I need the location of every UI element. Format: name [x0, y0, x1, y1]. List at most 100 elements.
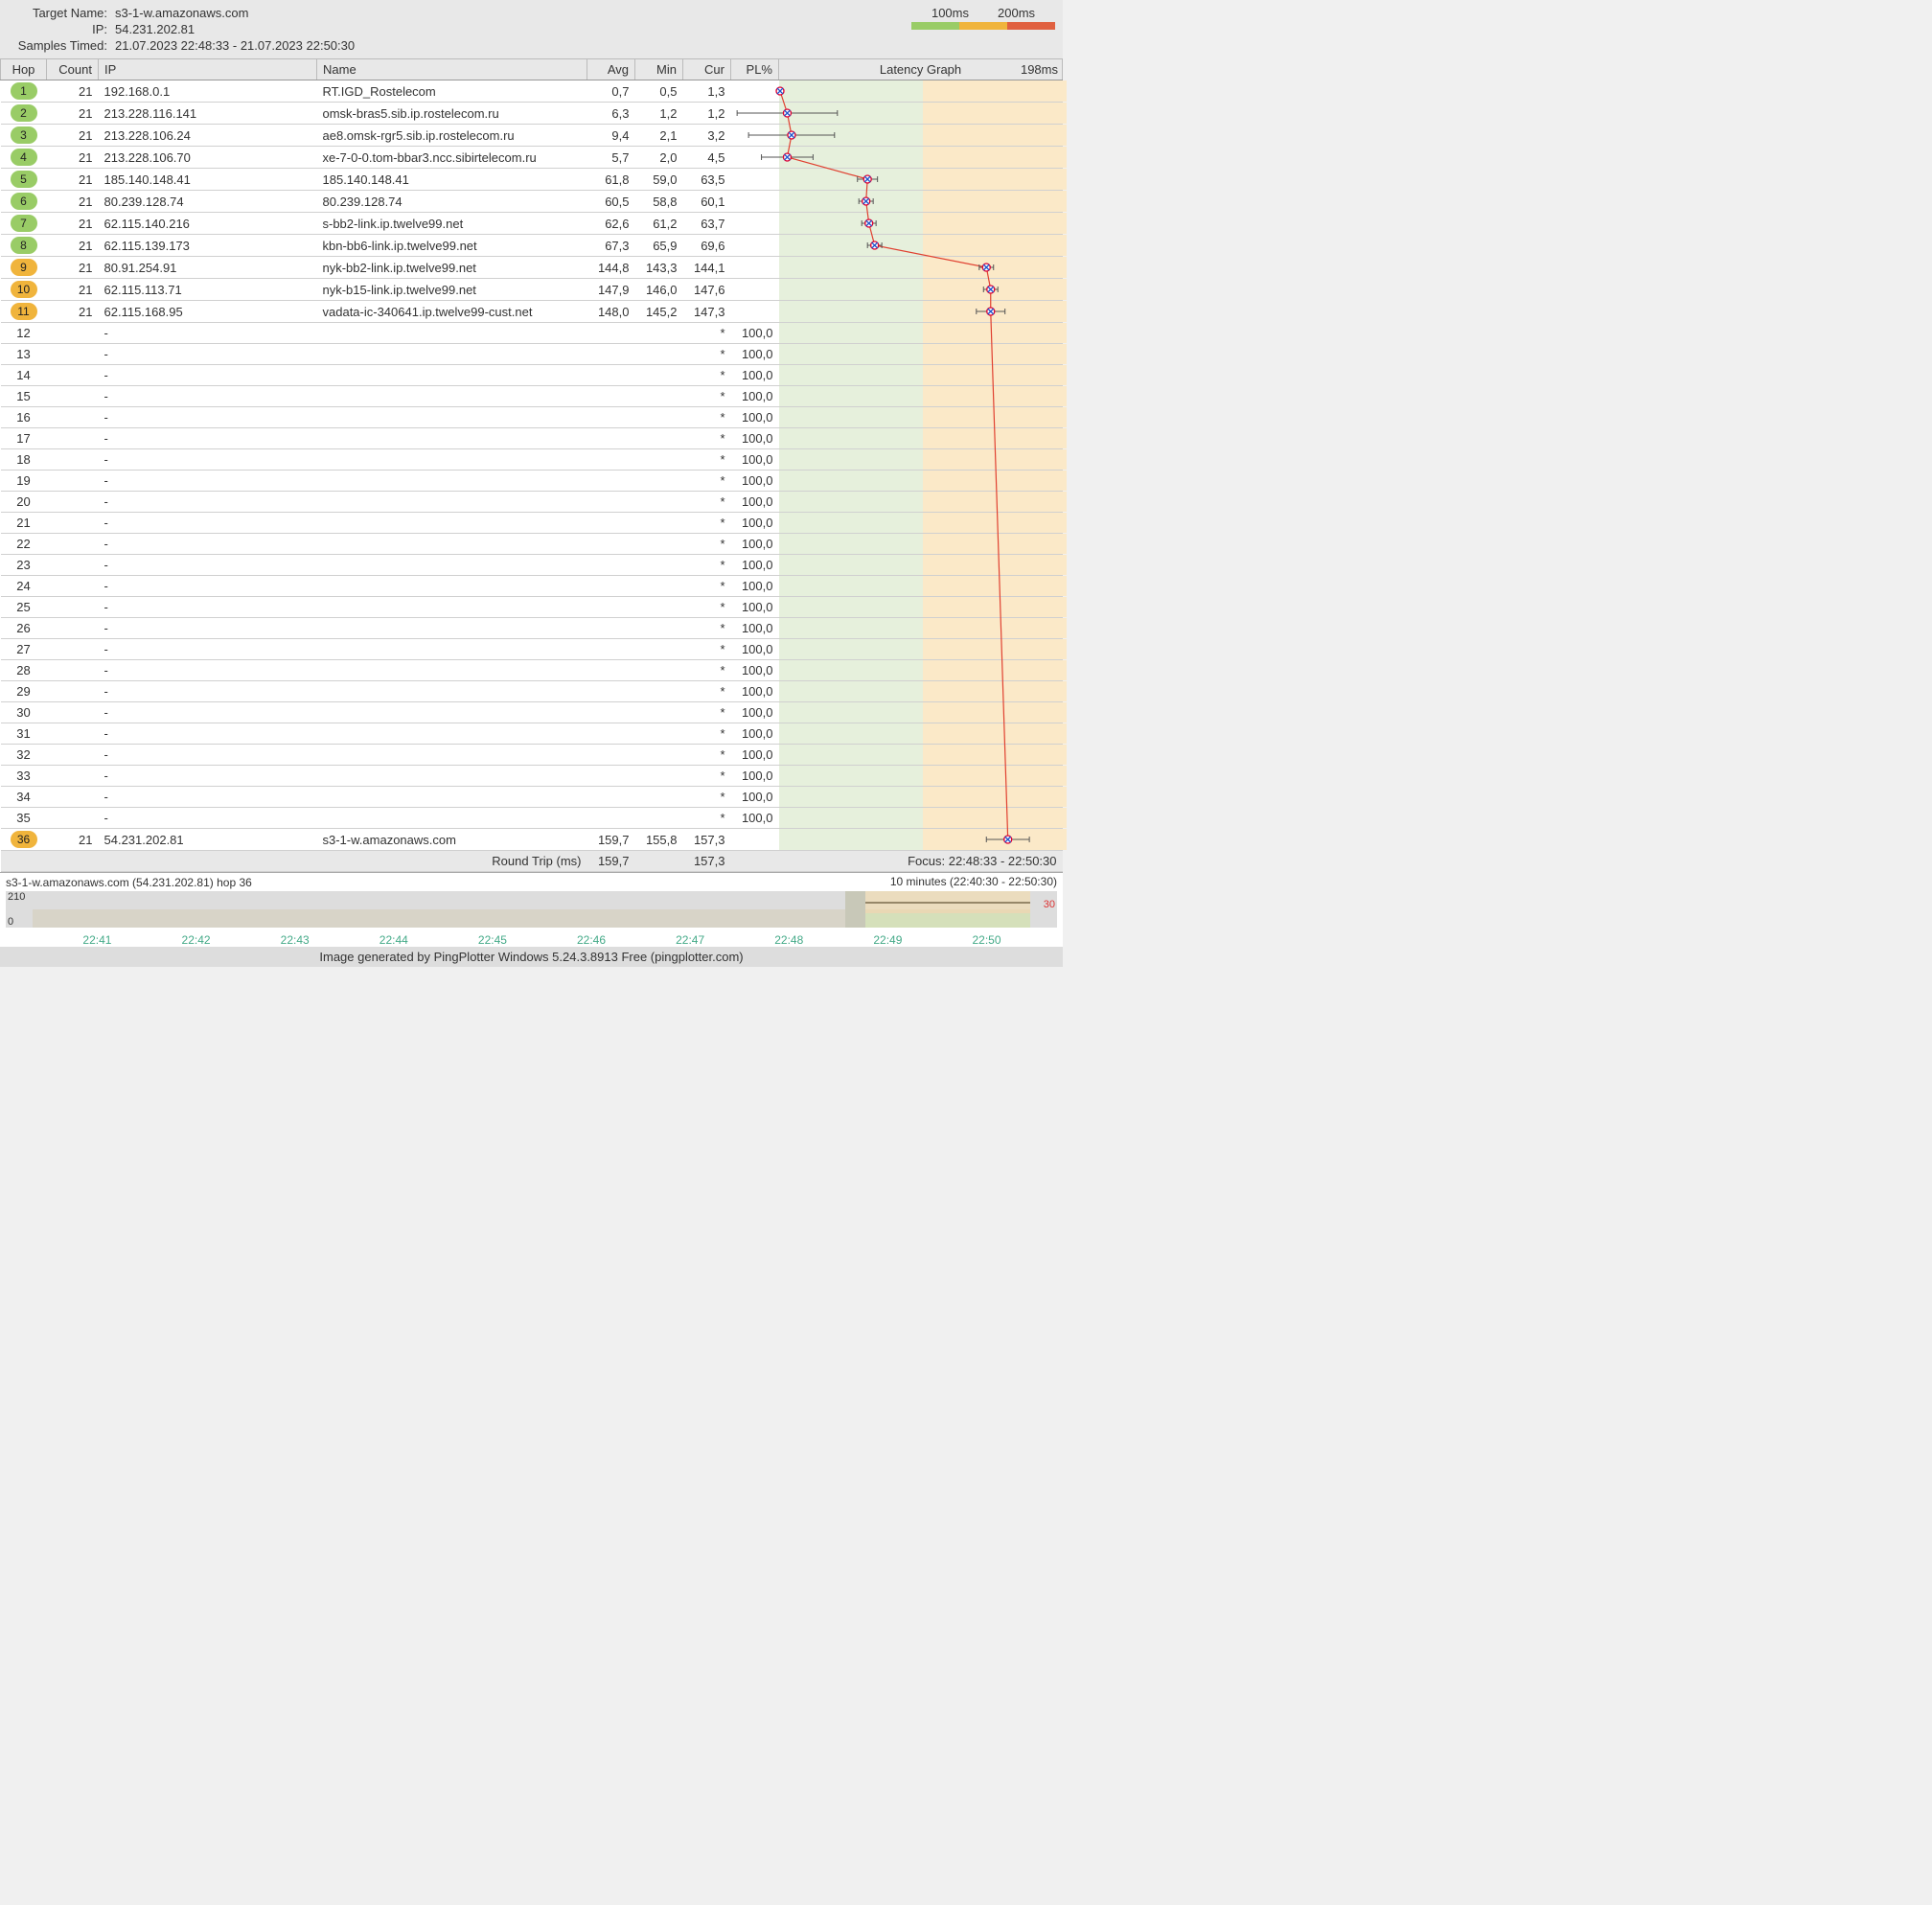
cell-cur: * — [683, 702, 731, 723]
hop-badge: 7 — [11, 215, 37, 232]
cell-count — [47, 513, 99, 534]
cell-avg — [587, 449, 635, 471]
cell-ip: - — [99, 660, 317, 681]
table-row[interactable]: 11 21 62.115.168.95 vadata-ic-340641.ip.… — [1, 301, 1063, 323]
cell-name: vadata-ic-340641.ip.twelve99-cust.net — [317, 301, 587, 323]
table-row[interactable]: 34 - * 100,0 — [1, 787, 1063, 808]
col-ip[interactable]: IP — [99, 59, 317, 80]
cell-avg — [587, 428, 635, 449]
cell-graph — [779, 534, 1063, 555]
timeline-tick: 22:44 — [380, 933, 408, 947]
table-row[interactable]: 22 - * 100,0 — [1, 534, 1063, 555]
table-row[interactable]: 18 - * 100,0 — [1, 449, 1063, 471]
cell-pl — [731, 103, 779, 125]
cell-name — [317, 808, 587, 829]
table-row[interactable]: 35 - * 100,0 — [1, 808, 1063, 829]
table-row[interactable]: 27 - * 100,0 — [1, 639, 1063, 660]
cell-min — [635, 639, 683, 660]
cell-min — [635, 344, 683, 365]
col-hop[interactable]: Hop — [1, 59, 47, 80]
col-min[interactable]: Min — [635, 59, 683, 80]
table-row[interactable]: 9 21 80.91.254.91 nyk-bb2-link.ip.twelve… — [1, 257, 1063, 279]
hop-badge: 11 — [11, 303, 37, 320]
table-row[interactable]: 13 - * 100,0 — [1, 344, 1063, 365]
cell-pl — [731, 80, 779, 103]
table-row[interactable]: 7 21 62.115.140.216 s-bb2-link.ip.twelve… — [1, 213, 1063, 235]
table-row[interactable]: 23 - * 100,0 — [1, 555, 1063, 576]
cell-min: 59,0 — [635, 169, 683, 191]
cell-min: 146,0 — [635, 279, 683, 301]
trace-table: Hop Count IP Name Avg Min Cur PL% Latenc… — [0, 58, 1063, 872]
table-row[interactable]: 36 21 54.231.202.81 s3-1-w.amazonaws.com… — [1, 829, 1063, 851]
cell-count — [47, 555, 99, 576]
cell-min — [635, 723, 683, 745]
table-row[interactable]: 32 - * 100,0 — [1, 745, 1063, 766]
table-row[interactable]: 2 21 213.228.116.141 omsk-bras5.sib.ip.r… — [1, 103, 1063, 125]
cell-name — [317, 681, 587, 702]
cell-avg: 61,8 — [587, 169, 635, 191]
cell-name: s-bb2-link.ip.twelve99.net — [317, 213, 587, 235]
cell-avg: 144,8 — [587, 257, 635, 279]
table-row[interactable]: 16 - * 100,0 — [1, 407, 1063, 428]
cell-ip: 62.115.139.173 — [99, 235, 317, 257]
cell-count — [47, 407, 99, 428]
cell-avg — [587, 787, 635, 808]
cell-avg: 6,3 — [587, 103, 635, 125]
round-trip-label: Round Trip (ms) — [317, 851, 587, 872]
cell-graph — [779, 125, 1063, 147]
table-row[interactable]: 19 - * 100,0 — [1, 471, 1063, 492]
table-row[interactable]: 24 - * 100,0 — [1, 576, 1063, 597]
table-row[interactable]: 4 21 213.228.106.70 xe-7-0-0.tom-bbar3.n… — [1, 147, 1063, 169]
table-row[interactable]: 20 - * 100,0 — [1, 492, 1063, 513]
table-row[interactable]: 12 - * 100,0 — [1, 323, 1063, 344]
table-row[interactable]: 31 - * 100,0 — [1, 723, 1063, 745]
timeline-graph[interactable]: 210 0 30 — [6, 891, 1057, 928]
cell-cur: 147,3 — [683, 301, 731, 323]
table-row[interactable]: 8 21 62.115.139.173 kbn-bb6-link.ip.twel… — [1, 235, 1063, 257]
table-row[interactable]: 5 21 185.140.148.41 185.140.148.41 61,8 … — [1, 169, 1063, 191]
table-row[interactable]: 17 - * 100,0 — [1, 428, 1063, 449]
table-row[interactable]: 1 21 192.168.0.1 RT.IGD_Rostelecom 0,7 0… — [1, 80, 1063, 103]
cell-pl: 100,0 — [731, 449, 779, 471]
cell-name — [317, 344, 587, 365]
table-row[interactable]: 21 - * 100,0 — [1, 513, 1063, 534]
table-row[interactable]: 26 - * 100,0 — [1, 618, 1063, 639]
cell-graph — [779, 344, 1063, 365]
round-trip-avg: 159,7 — [587, 851, 635, 872]
table-row[interactable]: 29 - * 100,0 — [1, 681, 1063, 702]
col-graph[interactable]: Latency Graph 198ms — [779, 59, 1063, 80]
table-row[interactable]: 28 - * 100,0 — [1, 660, 1063, 681]
cell-count: 21 — [47, 80, 99, 103]
col-cur[interactable]: Cur — [683, 59, 731, 80]
round-trip-cur: 157,3 — [683, 851, 731, 872]
hop-badge: 36 — [11, 831, 37, 848]
table-row[interactable]: 3 21 213.228.106.24 ae8.omsk-rgr5.sib.ip… — [1, 125, 1063, 147]
table-row[interactable]: 30 - * 100,0 — [1, 702, 1063, 723]
table-row[interactable]: 10 21 62.115.113.71 nyk-b15-link.ip.twel… — [1, 279, 1063, 301]
col-pl[interactable]: PL% — [731, 59, 779, 80]
table-row[interactable]: 14 - * 100,0 — [1, 365, 1063, 386]
cell-count: 21 — [47, 235, 99, 257]
table-row[interactable]: 6 21 80.239.128.74 80.239.128.74 60,5 58… — [1, 191, 1063, 213]
cell-graph — [779, 169, 1063, 191]
table-row[interactable]: 25 - * 100,0 — [1, 597, 1063, 618]
cell-graph — [779, 279, 1063, 301]
cell-pl: 100,0 — [731, 639, 779, 660]
cell-min — [635, 555, 683, 576]
cell-name — [317, 449, 587, 471]
cell-graph — [779, 702, 1063, 723]
cell-avg — [587, 386, 635, 407]
cell-cur: * — [683, 597, 731, 618]
timeline-tick: 22:43 — [281, 933, 310, 947]
cell-pl: 100,0 — [731, 766, 779, 787]
cell-pl: 100,0 — [731, 365, 779, 386]
col-name[interactable]: Name — [317, 59, 587, 80]
cell-ip: 213.228.106.24 — [99, 125, 317, 147]
cell-cur: 69,6 — [683, 235, 731, 257]
cell-ip: - — [99, 597, 317, 618]
table-row[interactable]: 15 - * 100,0 — [1, 386, 1063, 407]
col-count[interactable]: Count — [47, 59, 99, 80]
col-avg[interactable]: Avg — [587, 59, 635, 80]
target-name-value: s3-1-w.amazonaws.com — [115, 6, 248, 20]
table-row[interactable]: 33 - * 100,0 — [1, 766, 1063, 787]
